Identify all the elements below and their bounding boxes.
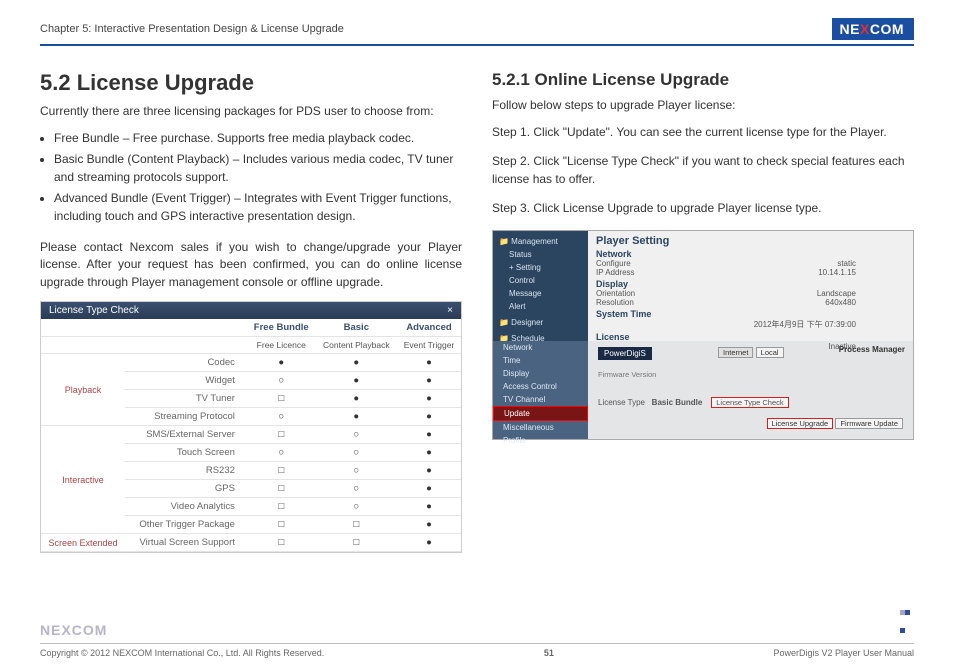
bottom-buttons: License Upgrade Firmware Update [767,418,903,429]
bundle-list: Free Bundle – Free purchase. Supports fr… [54,130,462,225]
license-type-value: Basic Bundle [652,398,703,407]
license-type-check-button[interactable]: License Type Check [711,397,788,408]
bundle-item: Basic Bundle (Content Playback) – Includ… [54,151,462,186]
left-column: 5.2 License Upgrade Currently there are … [40,70,462,553]
section-heading: 5.2 License Upgrade [40,70,462,96]
page-number: 51 [544,648,554,658]
footer-logo: NEXCOM [40,622,107,638]
intro-text: Currently there are three licensing pack… [40,104,462,118]
page-footer: Copyright © 2012 NEXCOM International Co… [40,643,914,658]
copyright: Copyright © 2012 NEXCOM International Co… [40,648,324,658]
license-upgrade-button[interactable]: License Upgrade [767,418,834,429]
player-setting-title: Player Setting [596,235,905,247]
bundle-item: Advanced Bundle (Event Trigger) – Integr… [54,190,462,225]
corner-squares-icon [900,602,914,638]
ss-main-bottom: PowerDigiS Internet Local Process Manage… [588,341,913,439]
bundle-item: Free Bundle – Free purchase. Supports fr… [54,130,462,147]
chapter-title: Chapter 5: Interactive Presentation Desi… [40,23,344,35]
page-header: Chapter 5: Interactive Presentation Desi… [40,18,914,46]
step-text: Step 1. Click "Update". You can see the … [492,124,914,141]
firmware-version: Firmware Version [598,370,903,379]
license-type-label: License Type [598,398,645,407]
ss-sidebar-bottom: NetworkTimeDisplayAccess ControlTV Chann… [493,341,588,439]
right-column: 5.2.1 Online License Upgrade Follow belo… [492,70,914,553]
follow-steps: Follow below steps to upgrade Player lic… [492,98,914,112]
close-icon[interactable]: × [447,305,453,316]
step-text: Step 2. Click "License Type Check" if yo… [492,153,914,188]
subsection-heading: 5.2.1 Online License Upgrade [492,70,914,90]
table-titlebar: License Type Check × [41,302,461,319]
process-manager-label: Process Manager [839,345,905,354]
powerdigis-logo: PowerDigiS [598,347,652,360]
license-type-row: License Type Basic Bundle License Type C… [598,397,903,408]
player-screenshot: 📁 ManagementStatus+ SettingControlMessag… [492,230,914,440]
step-text: Step 3. Click License Upgrade to upgrade… [492,200,914,217]
steps-list: Step 1. Click "Update". You can see the … [492,124,914,218]
tab-local[interactable]: Local [756,347,784,358]
contact-para: Please contact Nexcom sales if you wish … [40,239,462,291]
connection-tabs: Internet Local [718,347,784,358]
ss-sidebar-top: 📁 ManagementStatus+ SettingControlMessag… [493,231,588,341]
firmware-update-button[interactable]: Firmware Update [835,418,903,429]
license-table: License Type Check × Free BundleBasicAdv… [40,301,462,553]
table-title-text: License Type Check [49,305,139,316]
ss-main-top: Player Setting NetworkConfigurestaticIP … [588,231,913,341]
nexcom-logo: NEXCOM [832,18,914,40]
manual-name: PowerDigis V2 Player User Manual [773,648,914,658]
tab-internet[interactable]: Internet [718,347,753,358]
